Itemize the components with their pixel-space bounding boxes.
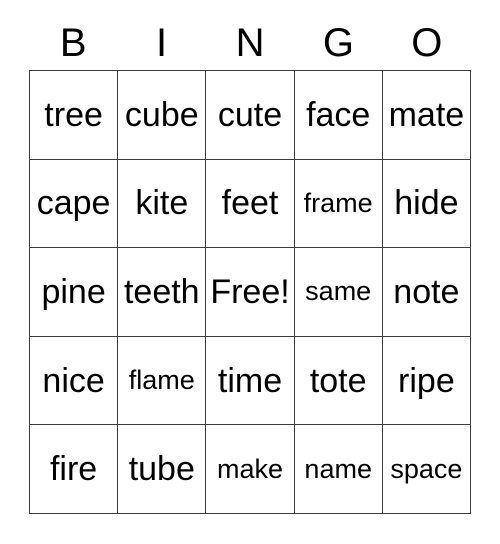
bingo-cell-i3[interactable]: teeth bbox=[118, 248, 207, 337]
bingo-cell-free-space[interactable]: Free! bbox=[206, 248, 295, 337]
bingo-cell-o4[interactable]: ripe bbox=[382, 336, 471, 426]
bingo-cell-label: make bbox=[216, 453, 283, 484]
bingo-cell-label: mate bbox=[388, 95, 465, 134]
bingo-cell-g3[interactable]: same bbox=[294, 248, 383, 337]
bingo-cell-n5[interactable]: make bbox=[206, 425, 295, 514]
bingo-cell-n2[interactable]: feet bbox=[206, 159, 295, 249]
bingo-cell-i2[interactable]: kite bbox=[118, 159, 207, 249]
free-space-label: Free! bbox=[210, 272, 290, 311]
bingo-cell-label: fire bbox=[49, 450, 98, 489]
bingo-cell-label: teeth bbox=[123, 272, 200, 311]
bingo-cell-i1[interactable]: cube bbox=[118, 71, 207, 160]
bingo-cell-g2[interactable]: frame bbox=[294, 159, 383, 249]
bingo-cell-o1[interactable]: mate bbox=[382, 71, 471, 160]
bingo-cell-label: kite bbox=[135, 184, 189, 223]
bingo-grid: tree cube cute face mate cape kite feet … bbox=[29, 70, 471, 514]
bingo-cell-b2[interactable]: cape bbox=[30, 159, 119, 249]
bingo-cell-o2[interactable]: hide bbox=[382, 159, 471, 249]
bingo-cell-i5[interactable]: tube bbox=[118, 425, 207, 514]
bingo-cell-o3[interactable]: note bbox=[382, 248, 471, 337]
bingo-cell-label: space bbox=[390, 453, 463, 484]
bingo-cell-label: feet bbox=[221, 184, 279, 223]
bingo-cell-label: time bbox=[217, 361, 283, 400]
header-letter-o: O bbox=[411, 21, 443, 65]
bingo-cell-label: cape bbox=[36, 184, 111, 223]
bingo-cell-label: note bbox=[393, 272, 460, 311]
header-letter-b: B bbox=[59, 21, 87, 65]
bingo-header-row: B I N G O bbox=[29, 16, 471, 70]
bingo-cell-label: tote bbox=[309, 361, 367, 400]
bingo-cell-label: hide bbox=[394, 184, 459, 223]
bingo-cell-label: face bbox=[306, 95, 371, 134]
bingo-cell-b4[interactable]: nice bbox=[30, 336, 119, 426]
bingo-cell-label: cute bbox=[217, 95, 283, 134]
bingo-cell-label: tree bbox=[44, 95, 103, 134]
bingo-cell-label: pine bbox=[41, 272, 106, 311]
bingo-cell-b5[interactable]: fire bbox=[30, 425, 119, 514]
bingo-cell-n4[interactable]: time bbox=[206, 336, 295, 426]
bingo-cell-label: cube bbox=[124, 95, 199, 134]
bingo-cell-label: same bbox=[305, 276, 372, 307]
bingo-cell-b3[interactable]: pine bbox=[30, 248, 119, 337]
bingo-cell-i4[interactable]: flame bbox=[118, 336, 207, 426]
bingo-cell-b1[interactable]: tree bbox=[30, 71, 119, 160]
bingo-cell-g5[interactable]: name bbox=[294, 425, 383, 514]
bingo-cell-label: ripe bbox=[398, 361, 455, 400]
bingo-cell-g1[interactable]: face bbox=[294, 71, 383, 160]
header-letter-n: N bbox=[235, 21, 265, 65]
bingo-cell-g4[interactable]: tote bbox=[294, 336, 383, 426]
bingo-cell-label: name bbox=[304, 453, 372, 484]
header-letter-i: I bbox=[156, 21, 168, 65]
bingo-cell-n1[interactable]: cute bbox=[206, 71, 295, 160]
bingo-card: B I N G O tree cube cute face mate cape … bbox=[0, 0, 500, 544]
bingo-cell-label: tube bbox=[128, 450, 195, 489]
bingo-cell-label: flame bbox=[128, 365, 195, 396]
bingo-cell-label: frame bbox=[303, 187, 373, 218]
header-letter-g: G bbox=[322, 21, 354, 65]
bingo-cell-o5[interactable]: space bbox=[382, 425, 471, 514]
bingo-cell-label: nice bbox=[42, 361, 105, 400]
